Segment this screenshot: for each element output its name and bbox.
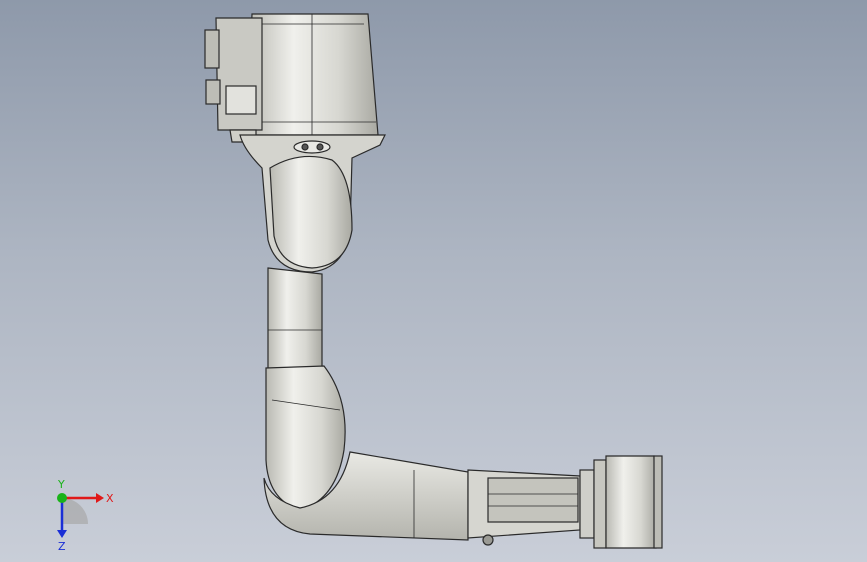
- triad-plane-icon: [62, 498, 88, 524]
- upper-arm[interactable]: [265, 267, 346, 511]
- z-axis-label: Z: [58, 540, 66, 553]
- robot-arm-model[interactable]: [0, 0, 867, 562]
- shoulder-link[interactable]: [239, 134, 386, 273]
- x-axis-label: X: [106, 492, 114, 505]
- orientation-triad: X Y Z: [57, 478, 114, 553]
- wrist-flange[interactable]: [579, 455, 663, 549]
- z-axis-head: [57, 530, 67, 538]
- base-housing[interactable]: [204, 13, 379, 143]
- x-axis-head: [96, 493, 104, 503]
- y-axis-dot: [57, 493, 67, 503]
- y-axis-label: Y: [57, 478, 65, 491]
- cad-viewport[interactable]: X Y Z: [0, 0, 867, 562]
